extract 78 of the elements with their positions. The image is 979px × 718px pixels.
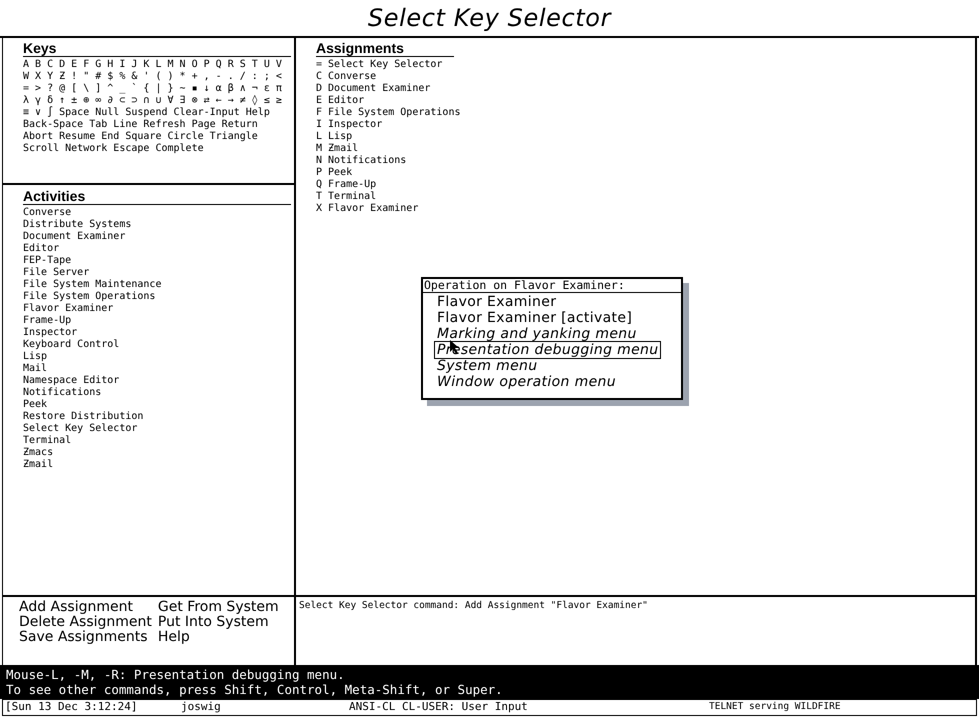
assignment-key: M (316, 143, 322, 155)
command-menu-item[interactable]: Add Assignment (19, 600, 152, 615)
assignment-activity[interactable]: File System Operations (328, 107, 460, 119)
assignment-key: X (316, 203, 322, 215)
assignment-key: I (316, 119, 322, 131)
mouse-documentation-bar: Mouse-L, -M, -R: Presentation debugging menu. To see other commands, press Shift, Control, Meta-Shift, or Super. (0, 665, 979, 699)
assignment-activity[interactable]: Ƶmail (328, 143, 358, 155)
activity-item[interactable]: Restore Distribution (23, 411, 144, 422)
activity-item[interactable]: Frame-Up (23, 315, 72, 326)
command-menu-item[interactable]: Delete Assignment (19, 615, 152, 630)
activity-item[interactable]: Ƶmail (23, 459, 54, 470)
activity-item[interactable]: Distribute Systems (23, 219, 132, 230)
activity-item[interactable]: Ƶmacs (23, 447, 54, 458)
assignment-key: D (316, 83, 322, 95)
assignment-activity[interactable]: Terminal (328, 191, 376, 203)
menu-item[interactable]: Marking and yanking menu (437, 326, 637, 342)
assignment-key: Q (316, 179, 322, 191)
assignment-key: = (316, 59, 322, 71)
activity-item[interactable]: Inspector (23, 327, 78, 338)
assignment-activity[interactable]: Peek (328, 167, 352, 179)
activity-item[interactable]: Terminal (23, 435, 72, 446)
activity-item[interactable]: File Server (23, 267, 90, 278)
assignment-activity[interactable]: Notifications (328, 155, 406, 167)
activity-item[interactable]: FEP-Tape (23, 255, 72, 266)
command-output-line: Select Key Selector command: Add Assignment "Flavor Examiner" (299, 600, 649, 612)
menu-title: Operation on Flavor Examiner: (423, 279, 681, 293)
assignment-activity[interactable]: Inspector (328, 119, 382, 131)
key-names-row-text: λ γ δ ↑ ± ⊕ ∞ ∂ ⊂ ⊃ ∩ ∪ ∀ ∃ ⊗ ⇄ ← → ≠ ◊ ≤ ≥ (23, 95, 283, 106)
assignment-key: T (316, 191, 322, 203)
activity-item[interactable]: Document Examiner (23, 231, 126, 242)
pane-heading: Keys (23, 40, 291, 57)
status-time: [Sun 13 Dec 3:12:24] (4, 699, 138, 716)
activity-item[interactable]: Notifications (23, 387, 102, 398)
key-names-row-text: Back-Space Tab Line Refresh Page Return (23, 119, 259, 131)
assignment-activity[interactable]: Document Examiner (328, 83, 430, 95)
assignment-key: P (316, 167, 322, 179)
menu-item[interactable]: System menu (437, 358, 538, 374)
assignment-activity[interactable]: Select Key Selector (328, 59, 442, 71)
assignment-activity[interactable]: Lisp (328, 131, 352, 143)
menu-item[interactable]: Flavor Examiner (437, 294, 556, 310)
activity-item[interactable]: Namespace Editor (23, 375, 120, 386)
activity-item[interactable]: Flavor Examiner (23, 303, 114, 314)
activity-item[interactable]: Editor (23, 243, 60, 254)
assignment-key: N (316, 155, 322, 167)
activity-item[interactable]: File System Maintenance (23, 279, 162, 290)
assignment-key: F (316, 107, 322, 119)
menu-item[interactable]: Flavor Examiner [activate] (437, 310, 632, 326)
key-names-row-text: A B C D E F G H I J K L M N O P Q R S T U V (23, 59, 283, 71)
activity-item[interactable]: Mail (23, 363, 48, 374)
activity-item[interactable]: Select Key Selector (23, 423, 138, 434)
activity-item[interactable]: Lisp (23, 351, 48, 362)
assignment-key: E (316, 95, 322, 107)
status-package: ANSI-CL CL-USER: User Input (349, 699, 529, 716)
key-names-row-text: ≡ ∨ ∫ Space Null Suspend Clear-Input Help (23, 107, 271, 119)
activity-item[interactable]: Peek (23, 399, 48, 410)
command-menu-item[interactable]: Get From System (158, 600, 279, 615)
assignment-activity[interactable]: Flavor Examiner (328, 203, 418, 215)
window-title: Select Key Selector (368, 3, 612, 34)
assignment-activity[interactable]: Editor (328, 95, 364, 107)
key-names-row-text: W X Y Ƶ ! " # $ % & ' ( ) * + , - . / : ; < (23, 71, 283, 83)
pane-heading: Assignments (316, 40, 454, 57)
assignment-activity[interactable]: Converse (328, 71, 376, 83)
key-names-row-text: Scroll Network Escape Complete (23, 143, 205, 155)
status-process: TELNET serving WILDFIRE (709, 700, 841, 714)
assignment-key: C (316, 71, 322, 83)
assignment-activity[interactable]: Frame-Up (328, 179, 376, 191)
command-menu-item[interactable]: Put Into System (158, 615, 279, 630)
menu-item[interactable]: Window operation menu (437, 374, 616, 390)
activity-item[interactable]: Keyboard Control (23, 339, 120, 350)
activity-item[interactable]: File System Operations (23, 291, 156, 302)
key-names-row-text: Abort Resume End Square Circle Triangle (23, 131, 259, 143)
status-user: joswig (181, 699, 222, 716)
activity-item[interactable]: Converse (23, 207, 72, 218)
assignment-key: L (316, 131, 322, 143)
command-menu-item[interactable]: Save Assignments (19, 630, 152, 645)
key-names-row-text: = > ? @ [ \ ] ^ _ ` { | } ~ ▪ ↓ α β ∧ ¬ ε π (23, 83, 283, 95)
command-menu-item[interactable]: Help (158, 630, 279, 645)
pane-heading: Activities (23, 188, 291, 205)
